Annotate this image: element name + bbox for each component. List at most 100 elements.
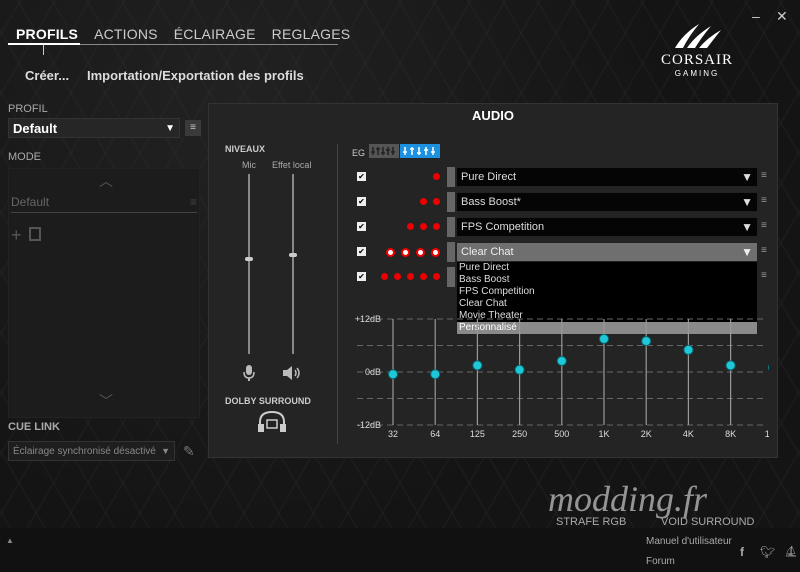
preset-checkbox[interactable]: ✔ bbox=[357, 172, 366, 181]
corsair-sails-icon bbox=[675, 24, 721, 48]
corsair-social-icon[interactable]: ⛵︎ bbox=[784, 545, 798, 558]
band-handle[interactable] bbox=[767, 363, 769, 372]
band-handle[interactable] bbox=[514, 364, 525, 375]
create-profile-link[interactable]: Créer... bbox=[25, 68, 69, 83]
preset-menu-icon[interactable]: ≡ bbox=[761, 195, 771, 206]
level-dot bbox=[386, 248, 395, 257]
band-label: 1K bbox=[598, 429, 609, 439]
effet-local-slider-track[interactable] bbox=[292, 174, 294, 354]
band-label: 500 bbox=[554, 429, 569, 439]
close-button[interactable]: ✕ bbox=[776, 8, 788, 25]
panel-divider bbox=[337, 144, 338, 444]
preset-select-value: Bass Boost* bbox=[461, 196, 521, 208]
band-label: 250 bbox=[512, 429, 527, 439]
pencil-icon[interactable]: ✎ bbox=[183, 443, 195, 460]
band-handle[interactable] bbox=[388, 369, 398, 380]
add-mode-icon[interactable]: + bbox=[11, 225, 22, 246]
mic-slider-thumb[interactable] bbox=[245, 257, 253, 261]
preset-menu-icon[interactable]: ≡ bbox=[761, 245, 771, 256]
dropdown-option[interactable]: Pure Direct bbox=[457, 262, 757, 274]
eq-toggle-on[interactable] bbox=[400, 144, 440, 158]
db-label: +12dB bbox=[355, 314, 381, 324]
preset-checkbox[interactable]: ✔ bbox=[357, 272, 366, 281]
mode-item[interactable]: Default ≡ bbox=[11, 195, 197, 213]
device-void[interactable]: VOID SURROUND bbox=[661, 516, 755, 528]
preset-level-dots bbox=[401, 223, 440, 230]
band-label: 125 bbox=[470, 429, 485, 439]
preset-select[interactable]: Clear Chat ▼ bbox=[456, 242, 758, 262]
preset-select-value: Pure Direct bbox=[461, 171, 517, 183]
chevron-down-icon: ▼ bbox=[741, 220, 753, 234]
profile-menu-button[interactable]: ≡ bbox=[185, 120, 201, 136]
row-handle[interactable] bbox=[447, 242, 455, 262]
copy-mode-icon[interactable] bbox=[29, 227, 41, 241]
row-handle[interactable] bbox=[447, 217, 455, 237]
watermark: modding.fr bbox=[548, 479, 708, 519]
band-handle[interactable] bbox=[472, 360, 483, 371]
mode-item-label: Default bbox=[11, 195, 50, 209]
dropdown-option[interactable]: Bass Boost bbox=[457, 274, 757, 286]
row-handle[interactable] bbox=[447, 192, 455, 212]
audio-title: AUDIO bbox=[472, 108, 514, 123]
preset-menu-icon[interactable]: ≡ bbox=[761, 270, 771, 281]
import-export-link[interactable]: Importation/Exportation des profils bbox=[87, 68, 304, 83]
preset-checkbox[interactable]: ✔ bbox=[357, 247, 366, 256]
mic-label: Mic bbox=[242, 160, 256, 170]
mode-menu-icon: ≡ bbox=[189, 195, 197, 209]
eq-toggle-off[interactable] bbox=[369, 144, 399, 158]
manual-link[interactable]: Manuel d'utilisateur bbox=[646, 536, 732, 547]
band-label: 2K bbox=[641, 429, 652, 439]
preset-checkbox[interactable]: ✔ bbox=[357, 222, 366, 231]
band-handle[interactable] bbox=[683, 344, 694, 355]
eq-graph[interactable]: +12dB 0dB -12dB 32 64 125 250 500 1K 2K 4K 8K 16K bbox=[349, 309, 769, 439]
twitter-icon[interactable]: 🐦︎ bbox=[760, 545, 775, 559]
effet-local-label: Effet local bbox=[272, 160, 312, 170]
profil-label: PROFIL bbox=[8, 103, 48, 115]
level-dot bbox=[416, 248, 425, 257]
preset-menu-icon[interactable]: ≡ bbox=[761, 170, 771, 181]
nav-tick bbox=[43, 45, 44, 55]
chevron-down-icon: ▼ bbox=[165, 122, 175, 134]
device-strafe[interactable]: STRAFE RGB bbox=[556, 516, 626, 528]
chevron-down-icon: ▼ bbox=[161, 446, 170, 456]
mic-slider-track[interactable] bbox=[248, 174, 250, 354]
preset-select-value: Clear Chat bbox=[461, 246, 514, 258]
profile-select-value: Default bbox=[13, 120, 58, 136]
expand-icon[interactable]: ▲ bbox=[6, 536, 14, 545]
headphone-icon[interactable] bbox=[256, 410, 288, 434]
band-handle[interactable] bbox=[556, 355, 567, 366]
profile-select[interactable]: Default ▼ bbox=[8, 118, 180, 138]
facebook-icon[interactable]: f bbox=[740, 545, 744, 559]
preset-checkbox[interactable]: ✔ bbox=[357, 197, 366, 206]
effet-local-slider-thumb[interactable] bbox=[289, 253, 297, 257]
mode-list: ︿ Default ≡ + ﹀ bbox=[8, 168, 200, 418]
row-handle[interactable] bbox=[447, 267, 455, 287]
level-dot bbox=[431, 248, 440, 257]
band-label: 32 bbox=[388, 429, 398, 439]
preset-select-value: FPS Competition bbox=[461, 221, 545, 233]
preset-select[interactable]: Bass Boost* ▼ bbox=[456, 192, 758, 212]
band-handle[interactable] bbox=[430, 369, 441, 380]
preset-level-dots bbox=[380, 248, 440, 257]
dolby-label: DOLBY SURROUND bbox=[225, 396, 311, 406]
dropdown-option[interactable]: FPS Competition bbox=[457, 286, 757, 298]
band-handle[interactable] bbox=[641, 336, 652, 347]
band-handle[interactable] bbox=[725, 360, 736, 371]
logo-subtitle: GAMING bbox=[674, 69, 720, 78]
band-label: 8K bbox=[725, 429, 736, 439]
level-dot bbox=[433, 223, 440, 230]
row-handle[interactable] bbox=[447, 167, 455, 187]
chevron-up-icon[interactable]: ︿ bbox=[99, 171, 113, 191]
band-label: 64 bbox=[430, 429, 440, 439]
chevron-down-icon[interactable]: ﹀ bbox=[99, 391, 113, 411]
forum-link[interactable]: Forum bbox=[646, 556, 675, 567]
minimize-button[interactable]: – bbox=[752, 8, 760, 24]
level-dot bbox=[420, 223, 427, 230]
preset-select[interactable]: Pure Direct ▼ bbox=[456, 167, 758, 187]
eq-on-icon bbox=[403, 147, 435, 155]
cue-link-select[interactable]: Éclairage synchronisé désactivé ▼ bbox=[8, 441, 175, 461]
band-handle[interactable] bbox=[599, 333, 609, 344]
cue-link-label: CUE LINK bbox=[8, 421, 60, 433]
preset-select[interactable]: FPS Competition ▼ bbox=[456, 217, 758, 237]
preset-menu-icon[interactable]: ≡ bbox=[761, 220, 771, 231]
